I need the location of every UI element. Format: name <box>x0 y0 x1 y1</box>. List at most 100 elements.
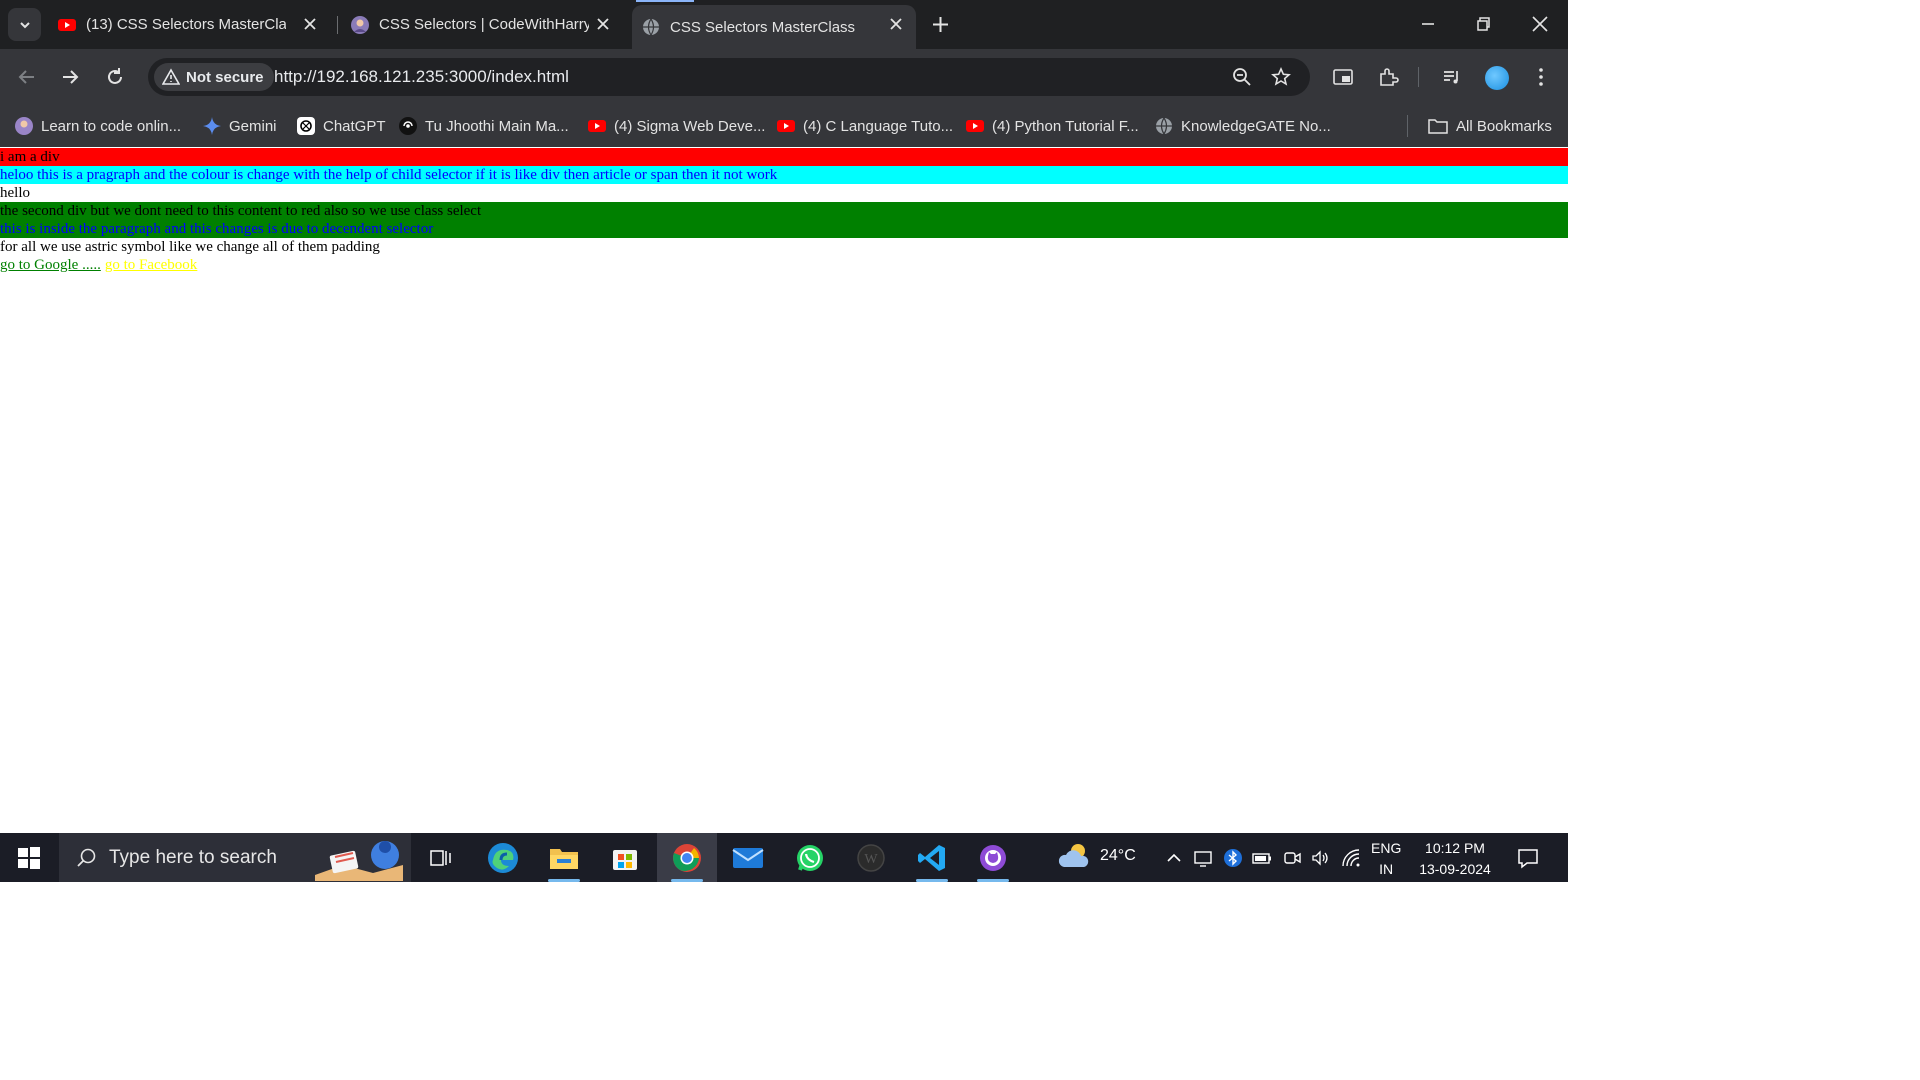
universal-selector-text: for all we use astric symbol like we cha… <box>0 239 380 255</box>
clock[interactable]: 10:12 PM 13-09-2024 <box>1412 838 1498 880</box>
bookmark-chatgpt[interactable]: ChatGPT <box>297 113 386 139</box>
links-row: go to Google ..... go to Facebook <box>0 256 1568 274</box>
windows-start-icon[interactable] <box>18 847 40 869</box>
bookmark-tu-jhoothi[interactable]: Tu Jhoothi Main Ma... <box>399 113 569 139</box>
language-indicator[interactable]: ENG IN <box>1371 838 1401 880</box>
chrome-taskbar-button[interactable] <box>657 833 717 882</box>
close-icon[interactable] <box>595 16 611 32</box>
url-text[interactable]: http://192.168.121.235:3000/index.html <box>274 67 569 87</box>
chevron-down-icon <box>19 21 30 28</box>
tab-separator <box>337 16 338 34</box>
bookmarks-bar: Learn to code onlin... Gemini ChatGPT Tu… <box>0 105 1568 147</box>
folder-icon <box>550 848 578 869</box>
active-tab-indicator <box>636 0 694 2</box>
tab-label: CSS Selectors MasterClass <box>670 18 856 36</box>
display-icon[interactable] <box>1193 848 1213 868</box>
extensions-puzzle-icon[interactable] <box>1377 66 1399 88</box>
google-link[interactable]: go to Google ..... <box>0 257 101 273</box>
div-red: i am a div <box>0 148 1568 166</box>
bookmark-gemini[interactable]: Gemini <box>203 113 277 139</box>
vscode-taskbar-button[interactable] <box>902 833 962 882</box>
wifi-icon[interactable] <box>1341 848 1361 868</box>
whatsapp-taskbar-button[interactable] <box>780 833 840 882</box>
folder-icon <box>1428 119 1448 134</box>
microsoft-store-taskbar-button[interactable] <box>595 833 655 882</box>
svg-text:W: W <box>864 852 878 867</box>
picture-in-picture-icon[interactable] <box>1332 66 1354 88</box>
hello-text: hello <box>0 185 30 201</box>
tab-search-button[interactable] <box>8 8 41 41</box>
volume-icon[interactable] <box>1310 848 1330 868</box>
wordpress-taskbar-button[interactable]: W <box>841 833 901 882</box>
running-indicator <box>916 879 948 882</box>
cloudy-night-icon <box>1058 844 1089 867</box>
gemini-sparkle-icon <box>203 117 221 135</box>
bookmark-python-tutorial[interactable]: (4) Python Tutorial F... <box>966 113 1139 139</box>
youtube-icon <box>777 120 795 132</box>
vscode-icon <box>918 844 945 871</box>
reload-icon[interactable] <box>103 65 127 89</box>
show-hidden-icons-chevron-icon[interactable] <box>1164 848 1184 868</box>
close-icon[interactable] <box>302 16 318 32</box>
file-explorer-taskbar-button[interactable] <box>534 833 594 882</box>
github-desktop-taskbar-button[interactable] <box>963 833 1023 882</box>
bookmark-learn-to-code[interactable]: Learn to code onlin... <box>15 113 181 139</box>
security-label: Not secure <box>186 68 264 86</box>
bookmark-sigma-web-dev[interactable]: (4) Sigma Web Deve... <box>588 113 765 139</box>
running-indicator <box>977 879 1009 882</box>
globe-icon <box>1156 117 1172 135</box>
close-window-icon[interactable] <box>1528 12 1552 36</box>
warning-triangle-icon <box>162 68 180 85</box>
taskbar-search-box[interactable]: Type here to search <box>59 833 411 882</box>
bookmark-knowledgegate[interactable]: KnowledgeGATE No... <box>1155 113 1331 139</box>
menu-kebab-icon[interactable] <box>1530 66 1552 88</box>
tab-youtube-css-selectors[interactable]: (13) CSS Selectors MasterClass | <box>58 0 330 49</box>
bookmark-label: (4) C Language Tuto... <box>803 117 954 135</box>
bookmark-star-icon[interactable] <box>1271 67 1291 87</box>
task-view-button[interactable] <box>411 833 471 882</box>
task-view-icon <box>430 849 451 866</box>
chrome-icon <box>673 843 701 872</box>
facebook-link[interactable]: go to Facebook <box>105 257 197 273</box>
forward-arrow-icon[interactable] <box>58 65 82 89</box>
zoom-icon[interactable] <box>1232 67 1252 87</box>
bookmark-label: Gemini <box>229 117 277 135</box>
edge-taskbar-button[interactable] <box>473 833 533 882</box>
bluetooth-icon[interactable] <box>1223 848 1243 868</box>
div-green: the second div but we dont need to this … <box>0 202 1568 238</box>
whatsapp-icon <box>797 844 823 871</box>
tab-codewithharry[interactable]: CSS Selectors | CodeWithHarry <box>351 0 623 49</box>
weather-temperature: 24°C <box>1100 847 1136 864</box>
paragraph-child-selector: heloo this is a pragraph and the colour … <box>0 166 1568 184</box>
codewithharry-avatar-icon <box>351 15 369 34</box>
running-indicator <box>548 879 580 882</box>
security-indicator[interactable]: Not secure <box>154 63 274 91</box>
disc-icon <box>399 117 417 135</box>
bookmark-label: Learn to code onlin... <box>41 117 182 135</box>
chatgpt-icon <box>297 117 315 135</box>
weather-widget[interactable]: 24°C <box>1058 841 1136 871</box>
bookmark-label: (4) Sigma Web Deve... <box>614 117 766 135</box>
new-tab-icon[interactable] <box>928 12 953 37</box>
close-icon[interactable] <box>888 16 904 32</box>
bookmark-c-language[interactable]: (4) C Language Tuto... <box>777 113 953 139</box>
clock-date: 13-09-2024 <box>1419 861 1491 877</box>
notification-center-icon[interactable] <box>1516 846 1540 870</box>
search-placeholder: Type here to search <box>109 846 277 868</box>
all-bookmarks-button[interactable]: All Bookmarks <box>1428 113 1552 139</box>
profile-avatar[interactable] <box>1485 66 1509 90</box>
youtube-icon <box>588 120 606 132</box>
tab-css-selectors-active[interactable]: CSS Selectors MasterClass <box>632 5 916 49</box>
media-controls-icon[interactable] <box>1441 66 1463 88</box>
restore-icon[interactable] <box>1471 12 1495 36</box>
windows-taskbar: Type here to search W 24°C ENG IN 10:12 … <box>0 833 1568 882</box>
meet-now-icon[interactable] <box>1282 848 1302 868</box>
address-bar[interactable]: Not secure http://192.168.121.235:3000/i… <box>148 58 1310 96</box>
minimize-icon[interactable] <box>1416 12 1440 36</box>
wordpress-icon: W <box>857 843 885 872</box>
back-arrow-icon[interactable] <box>15 65 39 89</box>
bookmark-label: ChatGPT <box>323 117 386 135</box>
bookmark-label: KnowledgeGATE No... <box>1181 117 1331 135</box>
mail-taskbar-button[interactable] <box>718 833 778 882</box>
battery-icon[interactable] <box>1252 848 1272 868</box>
